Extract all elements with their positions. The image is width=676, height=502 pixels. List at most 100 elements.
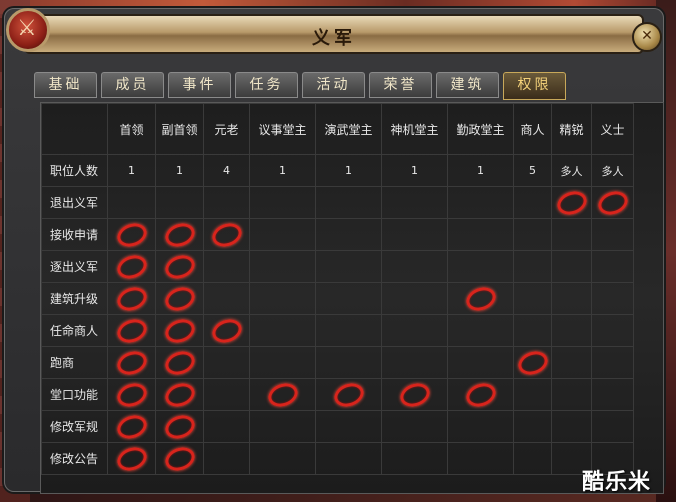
permission-cell (513, 314, 552, 347)
row-label: 逐出义军 (41, 250, 108, 283)
permission-cell (155, 442, 204, 475)
permission-cell (203, 218, 250, 251)
permission-cell (381, 410, 448, 443)
permission-cell (551, 218, 592, 251)
tab-6[interactable]: 建筑 (436, 72, 499, 98)
red-ring-icon (113, 411, 150, 442)
permission-cell (107, 442, 156, 475)
permission-cell (249, 346, 316, 379)
permission-cell (315, 282, 382, 315)
permission-cell (203, 442, 250, 475)
tab-3[interactable]: 任务 (235, 72, 298, 98)
permission-cell (591, 282, 634, 315)
permission-row: 建筑升级 (41, 282, 634, 315)
permission-cell (155, 186, 204, 219)
permission-cell (591, 218, 634, 251)
permission-cell (155, 314, 204, 347)
window-title: 义军 (312, 28, 356, 49)
tab-0[interactable]: 基础 (34, 72, 97, 98)
permission-cell (381, 442, 448, 475)
header-corner (41, 103, 108, 155)
permission-cell (551, 346, 592, 379)
row-label: 职位人数 (41, 154, 108, 187)
guild-emblem: ⚔ (6, 8, 50, 52)
permission-cell (315, 218, 382, 251)
red-ring-icon (553, 187, 590, 218)
red-ring-icon (161, 251, 198, 282)
column-header: 副首领 (155, 103, 204, 155)
permission-row: 逐出义军 (41, 250, 634, 283)
permission-cell (107, 282, 156, 315)
red-ring-icon (161, 219, 198, 250)
red-ring-icon (113, 251, 150, 282)
column-header: 义士 (591, 103, 634, 155)
row-label: 建筑升级 (41, 282, 108, 315)
permission-cell (315, 442, 382, 475)
watermark: 酷乐米 (582, 470, 652, 495)
row-label: 堂口功能 (41, 378, 108, 411)
red-ring-icon (113, 315, 150, 346)
permission-cell (203, 250, 250, 283)
permission-cell (591, 346, 634, 379)
column-header: 议事堂主 (249, 103, 316, 155)
permission-cell (381, 282, 448, 315)
permission-cell (551, 410, 592, 443)
close-button[interactable]: ✕ (632, 22, 662, 52)
permission-cell (591, 314, 634, 347)
permission-row: 修改军规 (41, 410, 634, 443)
tab-7[interactable]: 权限 (503, 72, 566, 100)
permission-cell (551, 282, 592, 315)
permission-cell (315, 410, 382, 443)
permission-cell (447, 378, 514, 411)
red-ring-icon (396, 379, 433, 410)
permission-cell (447, 250, 514, 283)
headcount-cell: 多人 (551, 154, 592, 187)
red-ring-icon (113, 219, 150, 250)
permission-cell (381, 314, 448, 347)
row-label: 接收申请 (41, 218, 108, 251)
permission-cell (513, 410, 552, 443)
red-ring-icon (462, 379, 499, 410)
permission-cell (591, 378, 634, 411)
permission-cell (107, 186, 156, 219)
permission-cell (107, 346, 156, 379)
permission-cell (107, 314, 156, 347)
tab-2[interactable]: 事件 (168, 72, 231, 98)
permission-cell (107, 218, 156, 251)
title-bar[interactable]: 义军 (24, 14, 644, 54)
permission-cell (513, 442, 552, 475)
column-header: 神机堂主 (381, 103, 448, 155)
permission-row: 修改公告 (41, 442, 634, 475)
tab-1[interactable]: 成员 (101, 72, 164, 98)
permission-cell (249, 314, 316, 347)
permission-cell (551, 314, 592, 347)
red-ring-icon (264, 379, 301, 410)
permission-cell (155, 250, 204, 283)
tab-4[interactable]: 活动 (302, 72, 365, 98)
permission-cell (381, 218, 448, 251)
tab-5[interactable]: 荣誉 (369, 72, 432, 98)
permission-cell (155, 282, 204, 315)
permission-cell (447, 282, 514, 315)
tab-bar: 基础 成员 事件 任务 活动 荣誉 建筑 权限 (34, 72, 566, 100)
permission-cell (381, 378, 448, 411)
column-header: 精锐 (551, 103, 592, 155)
row-label: 任命商人 (41, 314, 108, 347)
headcount-cell: 5 (513, 154, 552, 187)
permission-cell (315, 314, 382, 347)
headcount-cell: 1 (107, 154, 156, 187)
permission-cell (315, 346, 382, 379)
permissions-table: 首领 副首领 元老 议事堂主 演武堂主 神机堂主 勤政堂主 商人 精锐 义士 职位人数 1 1 4 1 1 1… (41, 103, 634, 475)
permission-cell (591, 186, 634, 219)
red-ring-icon (208, 219, 245, 250)
close-icon: ✕ (641, 28, 653, 44)
crossed-swords-icon: ⚔ (17, 16, 37, 41)
permission-cell (381, 346, 448, 379)
permission-cell (447, 186, 514, 219)
red-ring-icon (161, 443, 198, 474)
red-ring-icon (113, 443, 150, 474)
permission-cell (551, 250, 592, 283)
permission-row: 任命商人 (41, 314, 634, 347)
headcount-cell: 1 (381, 154, 448, 187)
red-ring-icon (113, 283, 150, 314)
